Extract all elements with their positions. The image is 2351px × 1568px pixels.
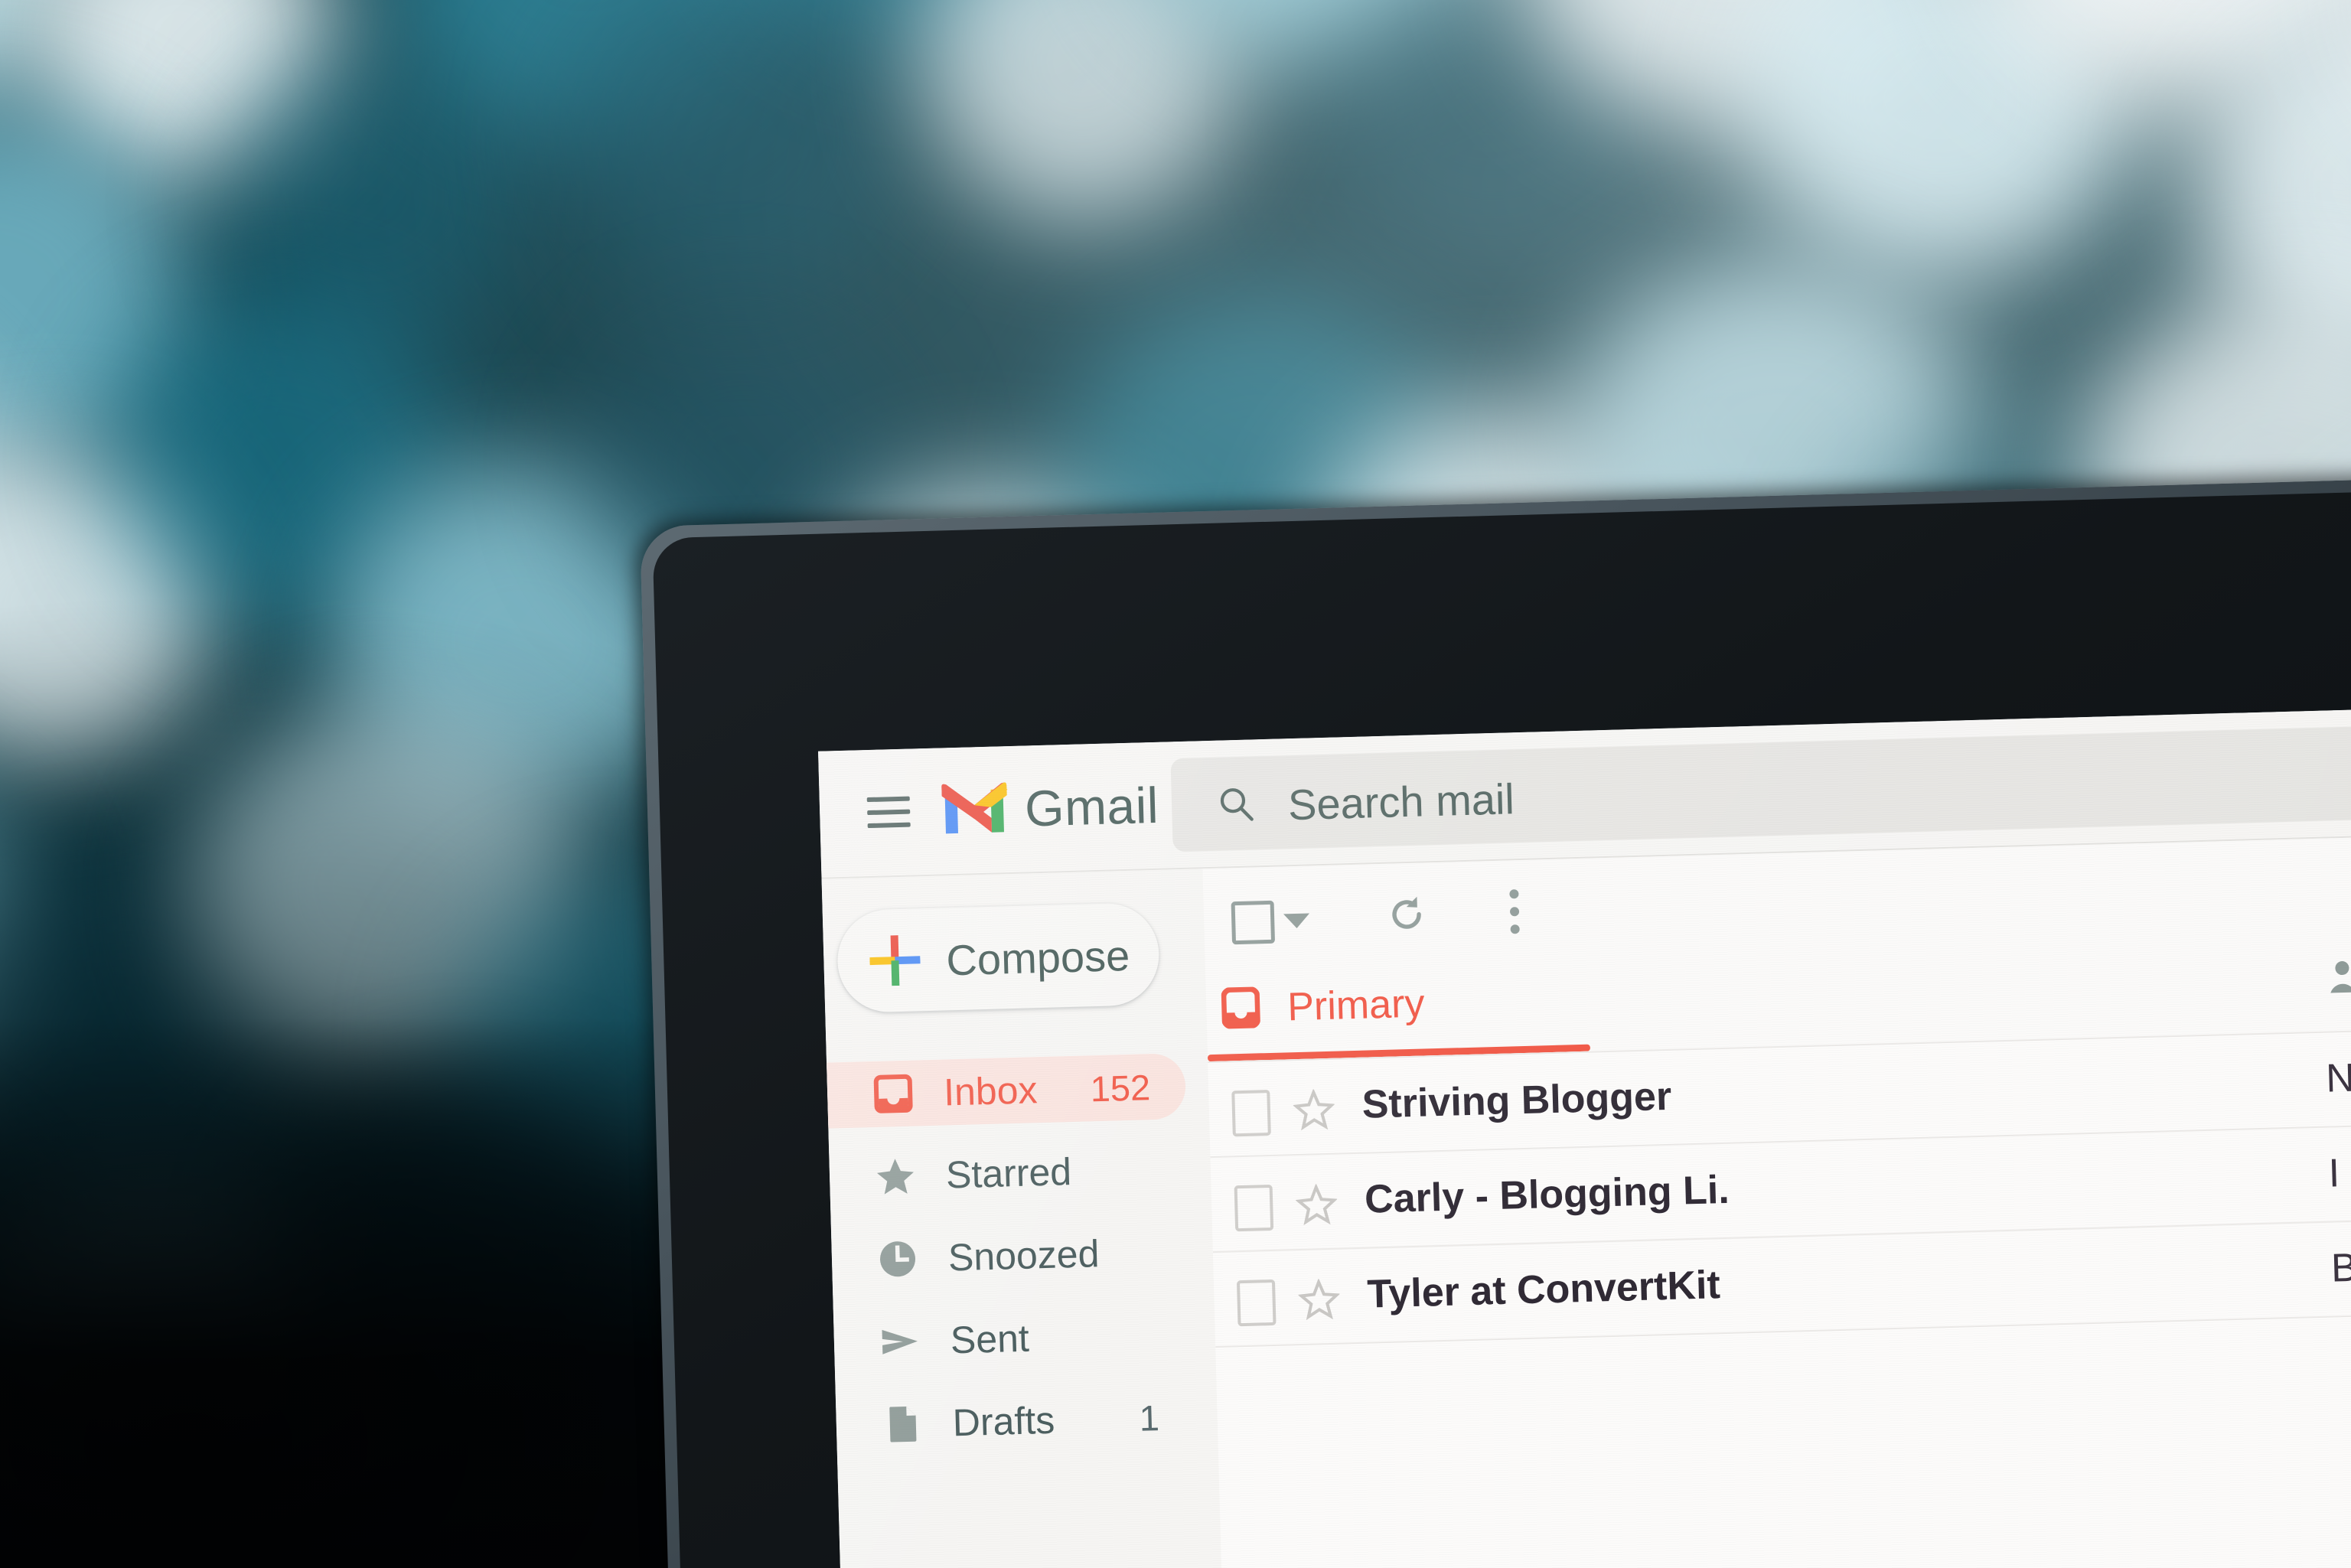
compose-label: Compose	[945, 931, 1130, 985]
more-vertical-icon[interactable]	[1509, 889, 1520, 934]
sidebar-item-label: Sent	[950, 1316, 1030, 1362]
message-sender: Carly - Blogging Li.	[1364, 1167, 1730, 1222]
plus-icon	[869, 934, 921, 986]
compose-button[interactable]: Compose	[836, 901, 1161, 1014]
star-icon	[875, 1156, 915, 1197]
draft-file-icon	[882, 1403, 922, 1444]
inbox-icon	[872, 1074, 913, 1114]
laptop-device: Gmail Search mail Compose Inbox 152 Star…	[640, 474, 2351, 1568]
inbox-tab-icon	[1221, 986, 1261, 1029]
sidebar: Compose Inbox 152 Starred Snoozed Sent D…	[821, 869, 1224, 1568]
sidebar-item-label: Drafts	[952, 1398, 1055, 1445]
message-subject: I don't	[2327, 1149, 2351, 1196]
laptop-screen: Gmail Search mail Compose Inbox 152 Star…	[818, 704, 2351, 1568]
send-icon	[879, 1322, 920, 1362]
checkbox-icon[interactable]	[1234, 1184, 1274, 1232]
sidebar-item-drafts[interactable]: Drafts 1	[836, 1384, 1195, 1459]
message-subject: Bypas	[2330, 1243, 2351, 1291]
search-input[interactable]: Search mail	[1287, 774, 1515, 830]
mail-list-pane: Primary So	[1202, 832, 2351, 1568]
screenshot-root: Gmail Search mail Compose Inbox 152 Star…	[0, 0, 2351, 1568]
star-outline-icon[interactable]	[1292, 1088, 1335, 1131]
sidebar-item-sent[interactable]: Sent	[833, 1301, 1193, 1377]
tab-social[interactable]: So	[2327, 933, 2351, 1032]
refresh-icon[interactable]	[1385, 893, 1427, 935]
checkbox-icon[interactable]	[1231, 1090, 1271, 1137]
sidebar-item-snoozed[interactable]: Snoozed	[831, 1218, 1191, 1294]
tab-primary[interactable]: Primary	[1207, 960, 1591, 1062]
sidebar-item-starred[interactable]: Starred	[829, 1136, 1189, 1211]
checkbox-icon[interactable]	[1236, 1279, 1277, 1327]
sidebar-item-count: 1	[1138, 1397, 1160, 1439]
sidebar-item-label: Snoozed	[947, 1232, 1101, 1280]
sidebar-item-label: Inbox	[943, 1068, 1039, 1114]
hamburger-menu-icon[interactable]	[866, 795, 911, 830]
gmail-wordmark: Gmail	[1024, 776, 1159, 837]
sidebar-item-inbox[interactable]: Inbox 152	[827, 1052, 1187, 1129]
table-row[interactable]	[1215, 1309, 2351, 1568]
message-subject: New B	[2325, 1054, 2351, 1101]
gmail-m-logo-icon	[940, 780, 1009, 835]
people-icon	[2327, 957, 2351, 999]
message-sender: Tyler at ConvertKit	[1366, 1263, 1721, 1317]
sidebar-item-label: Starred	[945, 1150, 1072, 1197]
star-outline-icon[interactable]	[1295, 1183, 1338, 1226]
message-sender: Striving Blogger	[1361, 1074, 1672, 1127]
chevron-down-icon[interactable]	[1283, 913, 1310, 929]
sidebar-item-count: 152	[1089, 1067, 1151, 1110]
star-outline-icon[interactable]	[1297, 1278, 1341, 1321]
clock-icon	[877, 1239, 918, 1280]
search-icon	[1217, 785, 1254, 823]
tab-label: Primary	[1286, 981, 1426, 1030]
select-all-checkbox[interactable]	[1231, 900, 1276, 945]
